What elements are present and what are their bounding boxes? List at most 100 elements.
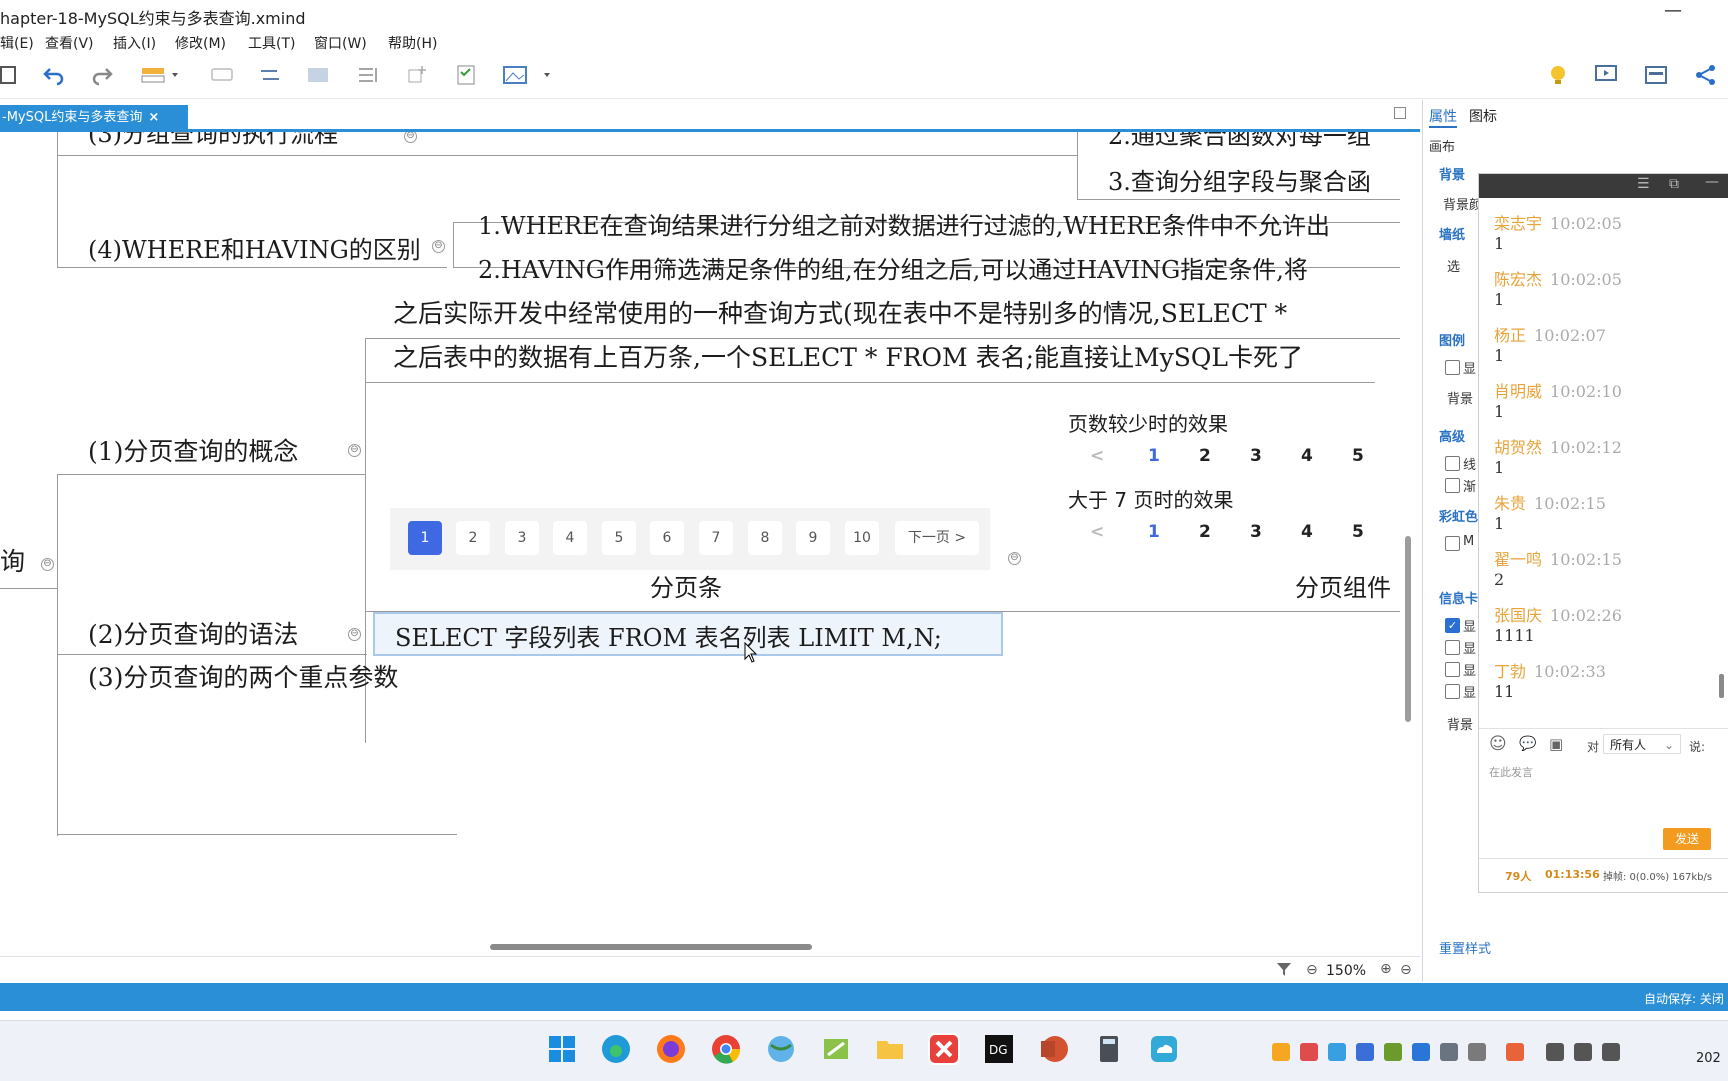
topic-style-icon[interactable] <box>140 64 184 86</box>
image-icon[interactable]: ▣ <box>1549 735 1563 753</box>
share-icon[interactable] <box>1694 64 1718 86</box>
tab-properties[interactable]: 属性 <box>1429 106 1457 128</box>
node-select-group-fields[interactable]: 3.查询分组字段与聚合函 <box>1108 162 1371 197</box>
powerpoint-icon[interactable] <box>1038 1033 1070 1065</box>
collapse-icon[interactable]: ⊖ <box>404 132 417 143</box>
recipient-select[interactable]: 所有人 ⌄ <box>1603 734 1681 754</box>
clock[interactable]: 202 <box>1696 1051 1721 1066</box>
maximize-editor-icon[interactable] <box>1394 107 1406 119</box>
node-paging-syntax-code[interactable]: SELECT 字段列表 FROM 表名列表 LIMIT M,N; <box>373 612 1003 656</box>
node-where-vs-having[interactable]: (4)WHERE和HAVING的区别 <box>88 230 421 265</box>
node-paging-text-1[interactable]: 之后实际开发中经常使用的一种查询方式(现在表中不是特别多的情况,SELECT * <box>393 294 1287 330</box>
microphone-icon[interactable] <box>1440 1043 1458 1061</box>
nvidia-icon[interactable] <box>1384 1043 1402 1061</box>
restore-icon[interactable]: ⧉ <box>1669 176 1679 192</box>
marker-icon[interactable] <box>406 64 430 86</box>
node-paging-root[interactable]: 询 <box>0 542 25 578</box>
summary-icon[interactable] <box>306 64 330 86</box>
globe-app-icon[interactable] <box>765 1033 797 1065</box>
minimize-icon[interactable]: — <box>1705 174 1719 190</box>
rainbow-checkbox[interactable] <box>1445 536 1460 551</box>
minimize-button[interactable]: — <box>1664 0 1682 21</box>
menu-window[interactable]: 窗口(W) <box>314 33 367 53</box>
windows-start-icon[interactable] <box>546 1033 578 1065</box>
presentation-icon[interactable] <box>1594 64 1618 86</box>
editor-app-icon[interactable] <box>820 1033 852 1065</box>
battery-icon[interactable] <box>1602 1043 1620 1061</box>
file-explorer-icon[interactable] <box>874 1033 906 1065</box>
menu-view[interactable]: 查看(V) <box>45 33 94 53</box>
tab-close-icon[interactable]: × <box>148 110 159 125</box>
calculator-icon[interactable] <box>1093 1033 1125 1065</box>
editor-tab[interactable]: -MySQL约束与多表查询 × <box>0 105 188 130</box>
tray-app-icon[interactable] <box>1300 1043 1318 1061</box>
menu-help[interactable]: 帮助(H) <box>388 33 437 53</box>
node-aggregate-per-group[interactable]: 2.通过聚合函数对每一组 <box>1108 132 1371 151</box>
filter-icon[interactable] <box>1276 961 1292 977</box>
canvas-horizontal-scrollbar[interactable] <box>490 944 812 950</box>
bluetooth-icon[interactable] <box>1412 1043 1430 1061</box>
gradient-checkbox[interactable] <box>1445 478 1460 493</box>
lightbulb-icon[interactable] <box>1546 64 1570 86</box>
node-where-detail[interactable]: 1.WHERE在查询结果进行分组之前对数据进行过滤的,WHERE条件中不允许出 <box>478 206 1330 241</box>
node-paging-text-2[interactable]: 之后表中的数据有上百万条,一个SELECT * FROM 表名;能直接让MySQ… <box>393 338 1303 374</box>
volume-icon[interactable] <box>1574 1043 1592 1061</box>
chat-scrollbar[interactable] <box>1719 674 1724 698</box>
node-having-detail[interactable]: 2.HAVING作用筛选满足条件的组,在分组之后,可以通过HAVING指定条件,… <box>478 250 1308 285</box>
edge-browser-icon[interactable] <box>600 1033 632 1065</box>
message-time: 10:02:33 <box>1534 662 1606 681</box>
save-icon[interactable] <box>0 64 24 86</box>
info-checkbox-4[interactable] <box>1445 684 1460 699</box>
menu-insert[interactable]: 插入(I) <box>113 33 156 53</box>
mindmap-canvas[interactable]: (3)分组查询的执行流程 ⊖ 2.通过聚合函数对每一组 3.查询分组字段与聚合函… <box>0 132 1400 938</box>
wps-icon[interactable] <box>1506 1043 1524 1061</box>
node-paging-syntax[interactable]: (2)分页查询的语法 <box>88 615 298 651</box>
menu-tools[interactable]: 工具(T) <box>248 33 295 53</box>
datagrip-icon[interactable]: DG <box>983 1033 1015 1065</box>
zoom-fit-icon[interactable]: ⊖ <box>1400 962 1412 978</box>
info-checkbox-2[interactable] <box>1445 640 1460 655</box>
collapse-icon[interactable]: ⊖ <box>1008 552 1021 565</box>
redo-icon[interactable] <box>90 64 114 86</box>
display-icon[interactable] <box>1546 1043 1564 1061</box>
tray-app-icon[interactable] <box>1328 1043 1346 1061</box>
boundary-icon[interactable] <box>356 64 380 86</box>
collapse-icon[interactable]: ⊖ <box>348 628 361 641</box>
menu-modify[interactable]: 修改(M) <box>175 33 226 53</box>
collapse-icon[interactable]: ⊖ <box>348 444 361 457</box>
tray-app-icon[interactable] <box>1356 1043 1374 1061</box>
image-insert-icon[interactable] <box>502 64 556 86</box>
autosave-status[interactable]: 自动保存: 关闭 <box>1644 990 1724 1007</box>
menu-icon[interactable]: ☰ <box>1637 176 1650 192</box>
tray-app-icon[interactable] <box>1272 1043 1290 1061</box>
info-checkbox-1[interactable]: ✓ <box>1445 618 1460 633</box>
line-checkbox[interactable] <box>1445 456 1460 471</box>
font-icon[interactable] <box>1468 1043 1486 1061</box>
tab-icons[interactable]: 图标 <box>1469 106 1497 126</box>
node-paging-concept[interactable]: (1)分页查询的概念 <box>88 432 298 468</box>
zoom-in-icon[interactable]: ⊕ <box>1380 961 1392 977</box>
bubble-icon[interactable]: 💬 <box>1519 736 1536 752</box>
collapse-icon[interactable]: ⊖ <box>41 558 54 571</box>
undo-icon[interactable] <box>42 64 66 86</box>
reset-style-link[interactable]: 重置样式 <box>1439 938 1491 957</box>
cloud-app-icon[interactable] <box>1148 1033 1180 1065</box>
layout-icon[interactable] <box>1644 64 1668 86</box>
legend-checkbox[interactable] <box>1445 360 1460 375</box>
info-checkbox-3[interactable] <box>1445 662 1460 677</box>
zoom-out-icon[interactable]: ⊖ <box>1306 962 1318 978</box>
task-icon[interactable] <box>454 64 478 86</box>
node-group-exec-flow[interactable]: (3)分组查询的执行流程 <box>88 132 338 149</box>
emoji-icon[interactable]: ☺ <box>1489 734 1507 754</box>
xmind-app-icon[interactable] <box>928 1033 960 1065</box>
firefox-icon[interactable] <box>655 1033 687 1065</box>
callout-icon[interactable] <box>210 64 234 86</box>
canvas-vertical-scrollbar[interactable] <box>1405 536 1411 722</box>
collapse-icon[interactable]: ⊖ <box>432 240 445 253</box>
send-button[interactable]: 发送 <box>1663 828 1711 850</box>
node-paging-params[interactable]: (3)分页查询的两个重点参数 <box>88 658 398 694</box>
relationship-icon[interactable] <box>258 64 282 86</box>
wallpaper-select[interactable]: 选 <box>1447 256 1460 275</box>
chrome-icon[interactable] <box>710 1033 742 1065</box>
menu-edit[interactable]: 辑(E) <box>0 33 34 53</box>
